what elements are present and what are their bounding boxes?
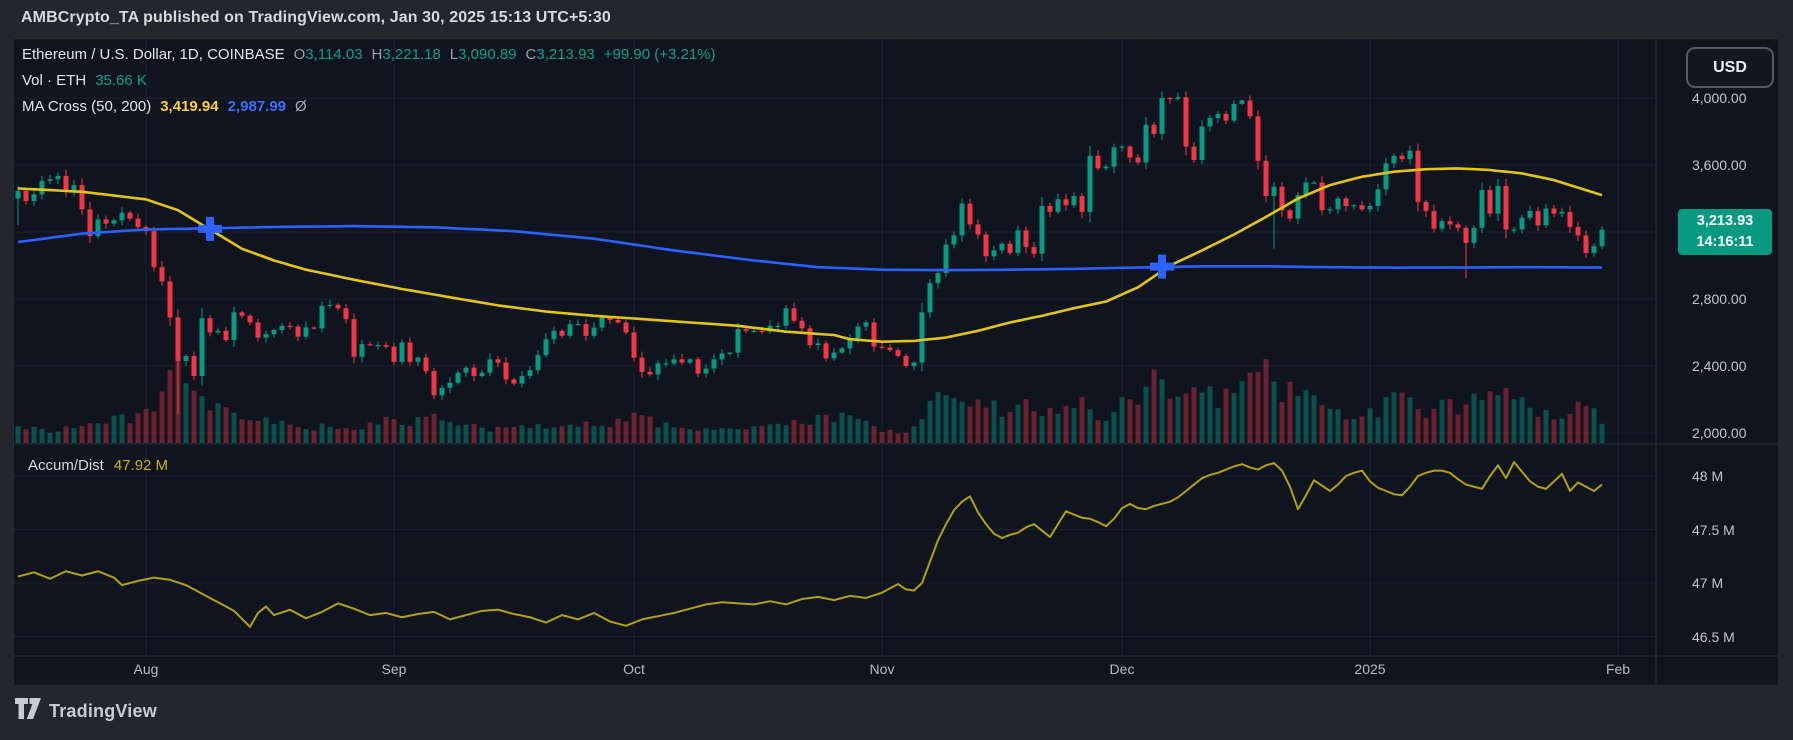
price-axis-label: 2,000.00: [1692, 425, 1747, 441]
ma50-value: 3,419.94: [160, 98, 219, 115]
accum-dist-label: Accum/Dist: [28, 457, 104, 474]
price-axis-label: 2,800.00: [1692, 291, 1747, 307]
ma200-value: 2,987.99: [227, 98, 286, 115]
ohlc-close: C3,213.93: [525, 46, 595, 63]
ma-cross-label: MA Cross (50, 200): [22, 98, 152, 115]
accum-dist-value: 47.92 M: [113, 457, 169, 474]
ohlc-high: H3,221.18: [371, 46, 441, 63]
volume-value: 35.66 K: [95, 72, 147, 89]
tradingview-logo-text: TradingView: [49, 700, 157, 721]
time-axis-label: Oct: [623, 661, 645, 677]
price-axis-label: 2,400.00: [1692, 358, 1747, 374]
accum-dist-axis-label: 48 M: [1692, 468, 1724, 484]
accum-dist-axis-label: 46.5 M: [1692, 628, 1735, 645]
price-axis[interactable]: [1656, 38, 1779, 656]
time-axis-label: Nov: [869, 661, 895, 677]
time-axis-label: 2025: [1354, 661, 1386, 677]
symbol-legend-row[interactable]: Ethereum / U.S. Dollar, 1D, COINBASE O3,…: [22, 46, 716, 63]
footer-bar: TradingView: [0, 686, 1793, 740]
time-axis-label: Sep: [381, 661, 407, 677]
price-change: +99.90 (+3.21%): [603, 46, 716, 63]
ma-cross-symbol: Ø: [295, 98, 307, 115]
bar-countdown: 14:16:11: [1696, 234, 1754, 250]
last-price-value: 3,213.93: [1696, 213, 1754, 229]
price-axis-label: 4,000.00: [1692, 90, 1747, 106]
tradingview-logo-icon: [15, 698, 42, 724]
ma-cross-legend-row[interactable]: MA Cross (50, 200) 3,419.94 2,987.99 Ø: [22, 98, 716, 115]
chart-legend: Ethereum / U.S. Dollar, 1D, COINBASE O3,…: [22, 46, 716, 124]
time-axis-label: Feb: [1605, 661, 1631, 677]
tradingview-published-chart: AMBCrypto_TA published on TradingView.co…: [0, 0, 1793, 740]
accum-dist-axis-label: 47.5 M: [1692, 521, 1735, 538]
tradingview-brand-link[interactable]: TradingView: [15, 698, 157, 724]
time-axis-label: Aug: [133, 661, 159, 677]
time-axis[interactable]: [13, 656, 1656, 686]
time-axis-label: Dec: [1109, 661, 1135, 677]
volume-label: Vol · ETH: [22, 72, 87, 89]
price-axis-label: 3,600.00: [1692, 157, 1747, 173]
last-price-badge: 3,213.93 14:16:11: [1678, 209, 1772, 255]
accum-dist-legend-row[interactable]: Accum/Dist 47.92 M: [28, 457, 168, 474]
volume-legend-row[interactable]: Vol · ETH 35.66 K: [22, 72, 716, 89]
ohlc-open: O3,114.03: [293, 46, 363, 63]
accum-dist-axis-label: 47 M: [1692, 575, 1724, 591]
ohlc-low: L3,090.89: [449, 46, 517, 63]
symbol-title: Ethereum / U.S. Dollar, 1D, COINBASE: [22, 46, 285, 63]
